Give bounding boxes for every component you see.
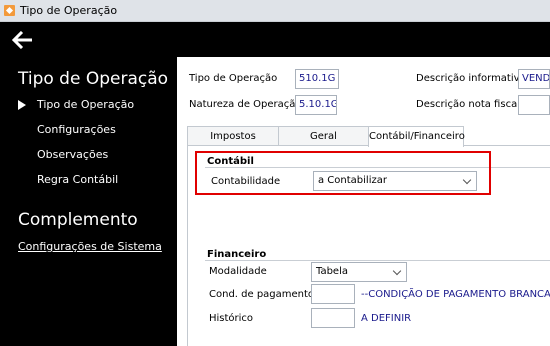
complement-heading: Complemento (18, 210, 138, 230)
historico-description: A DEFINIR (361, 313, 412, 324)
link-configuracoes-de-sistema[interactable]: Configurações de Sistema (18, 240, 162, 253)
contabilidade-select-value: a Contabilizar (318, 175, 387, 186)
cond-pagamento-description: --CONDIÇÃO DE PAGAMENTO BRANCA-- (361, 289, 550, 300)
descricao-informativa-label: Descrição informativa (416, 73, 526, 84)
sidebar-item-tipo-de-operacao[interactable]: Tipo de Operação (37, 98, 134, 111)
window-titlebar: Tipo de Operação (0, 0, 550, 22)
chevron-down-icon (392, 266, 402, 276)
tab-geral[interactable]: Geral (278, 126, 369, 146)
contabil-group-title: Contábil (207, 156, 254, 167)
tipo-operacao-input[interactable]: 510.1G (295, 69, 339, 89)
natureza-operacao-input[interactable]: 5.10.1G (295, 95, 337, 115)
historico-label: Histórico (209, 313, 254, 324)
back-arrow-icon[interactable] (12, 30, 36, 50)
natureza-operacao-label: Natureza de Operação (189, 99, 302, 110)
modalidade-select[interactable]: Tabela (311, 262, 407, 282)
cond-pagamento-label: Cond. de pagamento (209, 289, 315, 300)
contabil-separator (205, 167, 550, 168)
main-content: Tipo de Operação 510.1G Descrição inform… (177, 57, 550, 346)
cond-pagamento-input[interactable] (311, 284, 355, 304)
sidebar-item-configuracoes[interactable]: Configurações (37, 123, 116, 136)
window-title: Tipo de Operação (20, 4, 118, 17)
modalidade-select-value: Tabela (316, 266, 348, 277)
tab-bar: Impostos Geral Contábil/Financeiro (187, 126, 465, 147)
tipo-operacao-label: Tipo de Operação (189, 73, 278, 84)
descricao-informativa-input[interactable]: VENDA (518, 69, 550, 89)
contabilidade-select[interactable]: a Contabilizar (313, 171, 477, 191)
app-icon (4, 5, 15, 16)
historico-input[interactable] (311, 308, 355, 328)
chevron-down-icon (462, 175, 472, 185)
top-toolbar (0, 22, 550, 57)
sidebar-item-observacoes[interactable]: Observações (37, 148, 108, 161)
financeiro-separator (205, 260, 550, 261)
financeiro-group-title: Financeiro (207, 249, 267, 260)
sidebar: Tipo de Operação Tipo de Operação Config… (0, 57, 177, 346)
descricao-nota-fiscal-input[interactable] (518, 95, 550, 115)
modalidade-label: Modalidade (209, 266, 267, 277)
tab-contabil-financeiro[interactable]: Contábil/Financeiro (368, 126, 465, 147)
tab-impostos[interactable]: Impostos (187, 126, 279, 146)
triangle-right-icon (18, 100, 26, 110)
sidebar-item-regra-contabil[interactable]: Regra Contábil (37, 173, 118, 186)
sidebar-heading: Tipo de Operação (18, 69, 169, 89)
descricao-nota-fiscal-label: Descrição nota fiscal (416, 99, 520, 110)
contabilidade-label: Contabilidade (211, 176, 281, 187)
